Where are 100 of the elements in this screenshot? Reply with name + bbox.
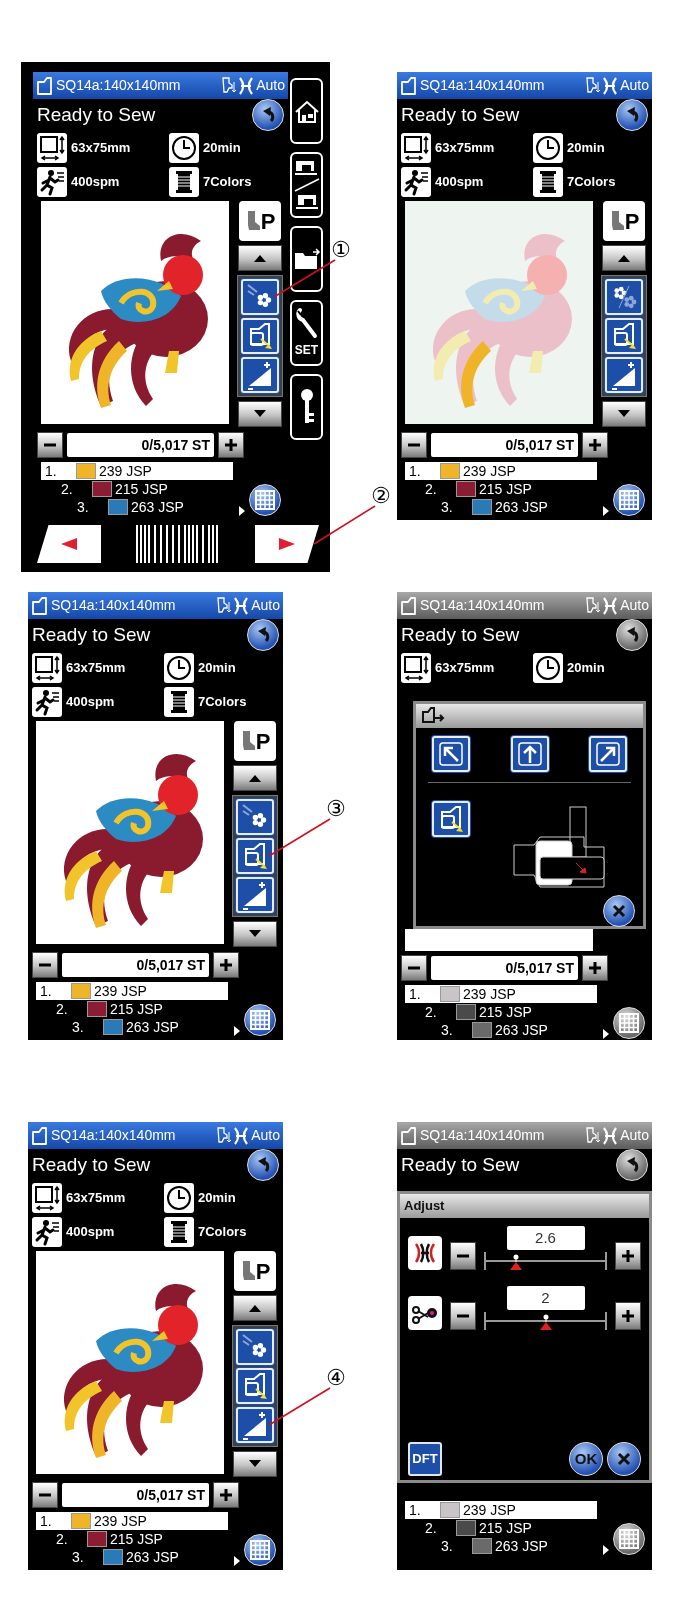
scroll-up-button[interactable] bbox=[602, 245, 646, 271]
back-button[interactable] bbox=[616, 99, 648, 131]
default-button[interactable]: DFT bbox=[408, 1442, 442, 1476]
thread-row[interactable]: 1. 239 JSP bbox=[36, 982, 228, 1000]
previous-button[interactable] bbox=[37, 525, 101, 563]
mode-switch-button[interactable] bbox=[290, 152, 323, 218]
plus-button[interactable] bbox=[582, 432, 608, 458]
slider-track[interactable] bbox=[484, 1312, 607, 1330]
move-button[interactable] bbox=[236, 1368, 274, 1404]
plus-button[interactable] bbox=[218, 432, 244, 458]
presser-foot-button[interactable]: P bbox=[234, 1251, 276, 1291]
adjust-button[interactable] bbox=[241, 357, 279, 393]
left-arrow-icon bbox=[61, 538, 77, 550]
thread-number: 2. bbox=[56, 1529, 69, 1549]
thread-row[interactable]: 2. 215 JSP bbox=[405, 1003, 597, 1021]
home-button[interactable] bbox=[290, 78, 323, 144]
adjust-button[interactable] bbox=[236, 877, 274, 913]
scroll-up-button[interactable] bbox=[238, 245, 282, 271]
trace-button[interactable] bbox=[236, 799, 274, 835]
color-grid-button[interactable] bbox=[244, 1534, 276, 1566]
plus-button[interactable] bbox=[213, 1482, 239, 1508]
thread-row[interactable]: 3. 263 JSP bbox=[41, 498, 233, 516]
leader-line bbox=[313, 505, 376, 545]
move-up-right-button[interactable] bbox=[589, 736, 627, 772]
thread-row[interactable]: 2. 215 JSP bbox=[405, 1519, 597, 1537]
presser-foot-button[interactable]: P bbox=[234, 721, 276, 761]
presser-foot-button[interactable]: P bbox=[239, 201, 281, 241]
lock-button[interactable] bbox=[290, 374, 323, 440]
clock-icon bbox=[164, 653, 194, 683]
move-button[interactable] bbox=[605, 318, 643, 354]
thread-row[interactable]: 3. 263 JSP bbox=[36, 1018, 228, 1036]
hoop-arrow-icon bbox=[420, 706, 446, 726]
mode-label: Auto bbox=[620, 1126, 649, 1145]
adjust-button[interactable] bbox=[605, 357, 643, 393]
open-file-button[interactable] bbox=[290, 226, 323, 292]
scroll-down-button[interactable] bbox=[238, 401, 282, 427]
back-button[interactable] bbox=[247, 1149, 279, 1181]
trace-button[interactable] bbox=[236, 1329, 274, 1365]
move-up-button[interactable] bbox=[510, 736, 549, 772]
runner-icon bbox=[32, 1217, 62, 1247]
leader-line bbox=[268, 818, 331, 857]
back-button[interactable] bbox=[616, 1149, 648, 1181]
thread-row[interactable]: 2. 215 JSP bbox=[41, 480, 233, 498]
thread-row[interactable]: 1. 239 JSP bbox=[36, 1512, 228, 1530]
thread-number: 3. bbox=[441, 497, 454, 517]
thread-number: 3. bbox=[77, 497, 90, 517]
trace-button[interactable] bbox=[605, 279, 643, 315]
minus-button[interactable] bbox=[401, 432, 427, 458]
scroll-up-button[interactable] bbox=[233, 765, 277, 791]
minus-button[interactable] bbox=[32, 1482, 58, 1508]
color-grid-button[interactable] bbox=[249, 484, 281, 516]
back-button[interactable] bbox=[247, 619, 279, 651]
color-grid-button[interactable] bbox=[244, 1004, 276, 1036]
plus-icon bbox=[224, 438, 238, 452]
thread-row[interactable]: 2. 215 JSP bbox=[405, 480, 597, 498]
callout-number: ④ bbox=[326, 1367, 346, 1389]
color-grid-button[interactable] bbox=[613, 484, 645, 516]
thread-row[interactable]: 2. 215 JSP bbox=[36, 1530, 228, 1548]
minus-button[interactable] bbox=[401, 955, 427, 981]
thread-row[interactable]: 1. 239 JSP bbox=[405, 985, 597, 1003]
scroll-up-button[interactable] bbox=[233, 1295, 277, 1321]
thread-row[interactable]: 3. 263 JSP bbox=[36, 1548, 228, 1566]
thread-row[interactable]: 2. 215 JSP bbox=[36, 1000, 228, 1018]
move-button[interactable] bbox=[236, 838, 274, 874]
presser-foot-button[interactable]: P bbox=[603, 201, 645, 241]
minus-button[interactable] bbox=[32, 952, 58, 978]
slider-track[interactable] bbox=[484, 1252, 607, 1270]
ok-button[interactable]: OK bbox=[569, 1442, 603, 1476]
next-button[interactable] bbox=[255, 525, 319, 563]
adjust-button[interactable] bbox=[236, 1407, 274, 1443]
thread-row[interactable]: 1. 239 JSP bbox=[41, 462, 233, 480]
trace-button[interactable] bbox=[241, 279, 279, 315]
slider-thumb[interactable] bbox=[538, 1314, 553, 1330]
settings-button[interactable]: SET bbox=[290, 300, 323, 366]
back-button[interactable] bbox=[252, 99, 284, 131]
thread-row[interactable]: 3. 263 JSP bbox=[405, 1537, 597, 1555]
plus-button[interactable] bbox=[615, 1242, 641, 1270]
minus-button[interactable] bbox=[37, 432, 63, 458]
color-grid-button[interactable] bbox=[613, 1007, 645, 1039]
slider-thumb[interactable] bbox=[508, 1254, 523, 1270]
move-button[interactable] bbox=[241, 318, 279, 354]
scroll-down-button[interactable] bbox=[233, 921, 277, 947]
close-button[interactable] bbox=[603, 895, 635, 927]
plus-button[interactable] bbox=[615, 1302, 641, 1330]
color-grid-button[interactable] bbox=[613, 1523, 645, 1555]
runner-icon bbox=[37, 167, 67, 197]
thread-row[interactable]: 3. 263 JSP bbox=[405, 498, 597, 516]
back-button[interactable] bbox=[616, 619, 648, 651]
move-up-left-button[interactable] bbox=[432, 736, 470, 772]
scroll-down-button[interactable] bbox=[602, 401, 646, 427]
move-button[interactable] bbox=[432, 801, 470, 837]
thread-row[interactable]: 1. 239 JSP bbox=[405, 1501, 597, 1519]
minus-button[interactable] bbox=[450, 1302, 476, 1330]
plus-button[interactable] bbox=[213, 952, 239, 978]
minus-button[interactable] bbox=[450, 1242, 476, 1270]
close-button[interactable] bbox=[607, 1442, 641, 1476]
thread-row[interactable]: 1. 239 JSP bbox=[405, 462, 597, 480]
thread-row[interactable]: 3. 263 JSP bbox=[405, 1021, 597, 1039]
scroll-down-button[interactable] bbox=[233, 1451, 277, 1477]
plus-button[interactable] bbox=[582, 955, 608, 981]
